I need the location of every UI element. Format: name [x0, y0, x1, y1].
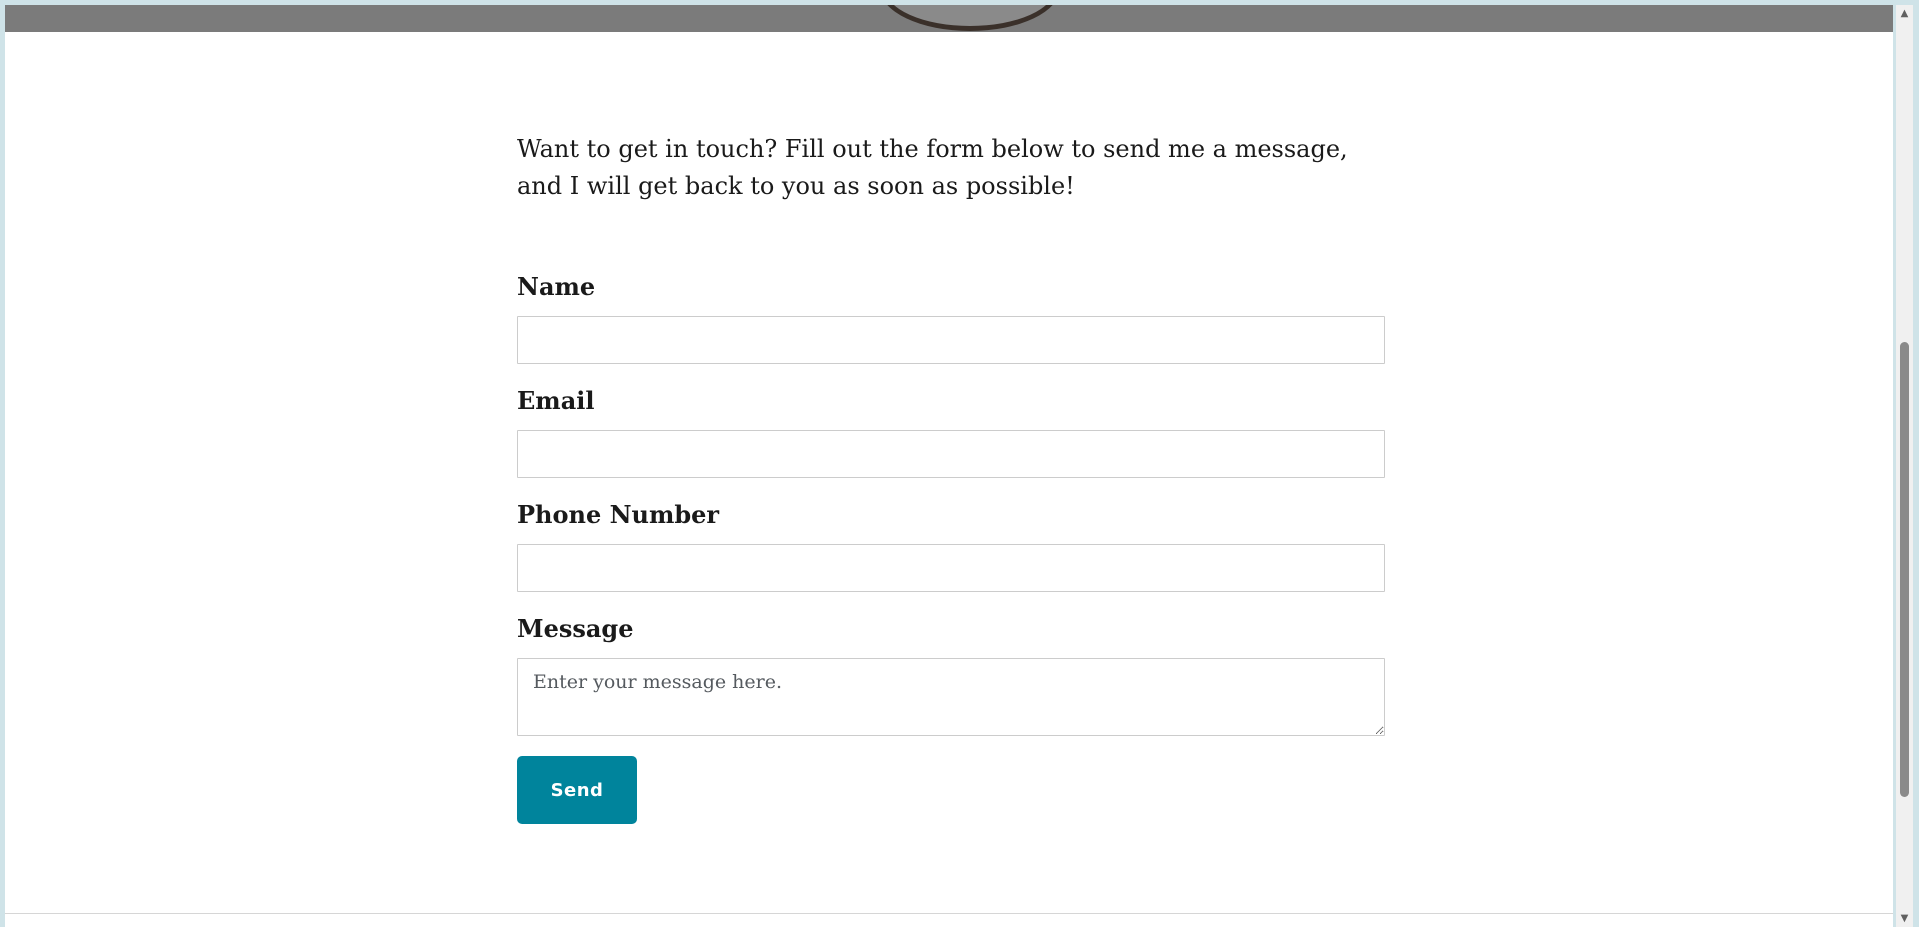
window-edge	[1913, 0, 1919, 927]
browser-viewport: Want to get in touch? Fill out the form …	[5, 5, 1893, 927]
email-label: Email	[517, 386, 595, 415]
phone-label: Phone Number	[517, 500, 720, 529]
contact-section: Want to get in touch? Fill out the form …	[517, 131, 1387, 824]
email-input[interactable]	[517, 430, 1385, 478]
page-scrollbar[interactable]: ▲ ▼	[1896, 5, 1913, 927]
hero-image-strip	[5, 5, 1893, 32]
name-input[interactable]	[517, 316, 1385, 364]
contact-form: Name Email Phone Number Message Send	[517, 272, 1387, 824]
scrollbar-thumb[interactable]	[1900, 342, 1909, 797]
footer-divider	[5, 913, 1893, 914]
scroll-up-icon[interactable]: ▲	[1896, 5, 1913, 22]
name-label: Name	[517, 272, 596, 301]
scroll-down-icon[interactable]: ▼	[1896, 910, 1913, 927]
intro-text: Want to get in touch? Fill out the form …	[517, 135, 1348, 200]
message-textarea[interactable]	[517, 658, 1385, 736]
hero-image-fragment	[880, 5, 1060, 31]
phone-input[interactable]	[517, 544, 1385, 592]
message-label: Message	[517, 614, 634, 643]
send-button[interactable]: Send	[517, 756, 637, 824]
